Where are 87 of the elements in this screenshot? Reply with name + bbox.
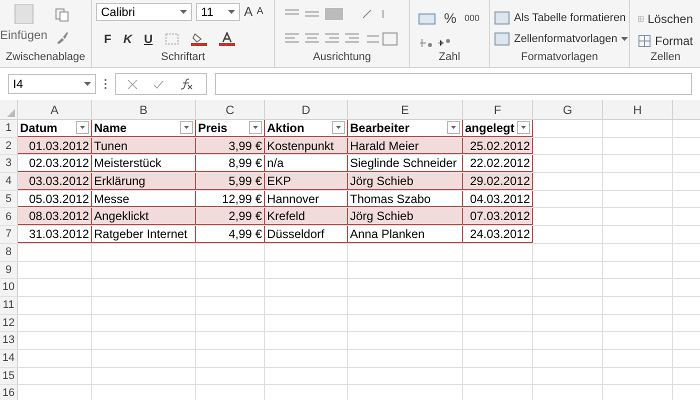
table-cell: 25.02.2012	[463, 138, 533, 154]
row-header[interactable]: 14	[0, 350, 18, 367]
table-cell: 01.03.2012	[18, 138, 92, 154]
table-cell: Jörg Schieb	[348, 208, 463, 226]
table-cell: Meisterstück	[92, 155, 196, 172]
table-cell: 05.03.2012	[18, 190, 92, 208]
table-cell: 22.02.2012	[463, 155, 533, 172]
row-header[interactable]: 16	[0, 385, 18, 400]
table-header: Preis	[198, 120, 228, 137]
font-field[interactable]: Calibri	[96, 2, 192, 21]
table-cell: Sieglinde Schneider	[348, 155, 463, 172]
table-cell: Erklärung	[92, 173, 196, 190]
row-header[interactable]: 15	[0, 368, 18, 384]
table-cell: n/a	[265, 155, 348, 172]
name-box[interactable]: I4	[8, 74, 96, 94]
table-cell: Krefeld	[265, 208, 348, 226]
cells-button[interactable]: Löschen	[648, 10, 693, 28]
group-label: Formatvorlagen	[520, 50, 598, 65]
bold-button[interactable]: F	[104, 30, 112, 48]
paste-button[interactable]: Einfügen	[0, 28, 48, 43]
table-cell: Hannover	[265, 190, 348, 208]
shrink-font-button[interactable]: A	[256, 4, 264, 20]
thousands-button[interactable]: 000	[464, 12, 480, 26]
table-cell: Anna Planken	[348, 226, 463, 243]
row-header[interactable]: 13	[0, 332, 18, 349]
style-button[interactable]: Zellenformatvorlagen	[514, 30, 618, 47]
row-header[interactable]: 11	[0, 296, 18, 314]
row-header[interactable]: 1	[0, 120, 18, 137]
table-cell: Harald Meier	[348, 138, 463, 154]
column-header[interactable]: H	[603, 100, 673, 119]
row-header[interactable]: 10	[0, 279, 18, 296]
column-header[interactable]: D	[265, 100, 348, 119]
table-cell: 02.03.2012	[18, 155, 92, 172]
table-cell: Kostenpunkt	[265, 138, 348, 154]
table-cell: 24.03.2012	[463, 226, 533, 243]
table-cell: Angeklickt	[92, 208, 196, 226]
table-cell: 12,99 €	[196, 190, 265, 208]
row-header[interactable]: 12	[0, 314, 18, 332]
italic-button[interactable]: K	[123, 30, 132, 48]
column-header[interactable]: F	[463, 100, 533, 119]
underline-button[interactable]: U	[144, 30, 153, 48]
grow-font-button[interactable]: A	[244, 2, 253, 22]
percent-button[interactable]: %	[444, 8, 456, 29]
group-label: Zwischenablage	[6, 50, 86, 65]
column-header[interactable]: G	[533, 100, 603, 119]
row-header[interactable]: 5	[0, 190, 18, 208]
table-cell: 07.03.2012	[463, 208, 533, 226]
column-header[interactable]: E	[348, 100, 463, 119]
table-header: Name	[94, 120, 127, 137]
table-cell: 31.03.2012	[18, 226, 92, 243]
row-header[interactable]: 2	[0, 138, 18, 154]
row-header[interactable]: 6	[0, 208, 18, 226]
column-header[interactable]: B	[92, 100, 196, 119]
table-header: Aktion	[267, 120, 304, 137]
table-cell: 3,99 €	[196, 138, 265, 154]
table-cell: 8,99 €	[196, 155, 265, 172]
column-header[interactable]: A	[18, 100, 92, 119]
table-cell: EKP	[265, 173, 348, 190]
table-header: angelegt	[465, 120, 514, 137]
column-header[interactable]: C	[196, 100, 265, 119]
table-cell: 08.03.2012	[18, 208, 92, 226]
group-label: Zahl	[438, 50, 460, 65]
group-label: Schriftart	[160, 50, 205, 65]
row-header[interactable]: 4	[0, 173, 18, 190]
table-cell: Ratgeber Internet	[92, 226, 196, 243]
table-cell: 5,99 €	[196, 173, 265, 190]
style-button[interactable]: Als Tabelle formatieren	[514, 10, 626, 26]
row-header[interactable]: 9	[0, 262, 18, 278]
group-label: Ausrichtung	[312, 50, 372, 65]
row-header[interactable]: 3	[0, 155, 18, 172]
row-header[interactable]: 8	[0, 244, 18, 260]
table-cell: Düsseldorf	[265, 226, 348, 243]
cells-button[interactable]: Format	[654, 32, 693, 50]
table-header: Bearbeiter	[350, 120, 410, 137]
row-header[interactable]: 7	[0, 226, 18, 243]
table-cell: Thomas Szabo	[348, 190, 463, 208]
group-label: Zellen	[650, 50, 680, 65]
table-cell: Messe	[92, 190, 196, 208]
size-field[interactable]: 11	[196, 2, 240, 21]
table-cell: Tunen	[92, 138, 196, 154]
table-cell: 4,99 €	[196, 226, 265, 243]
table-cell: 03.03.2012	[18, 173, 92, 190]
table-cell: Jörg Schieb	[348, 173, 463, 190]
table-cell: 2,99 €	[196, 208, 265, 226]
table-cell: 04.03.2012	[463, 190, 533, 208]
table-header: Datum	[20, 120, 58, 137]
table-cell: 29.02.2012	[463, 173, 533, 190]
